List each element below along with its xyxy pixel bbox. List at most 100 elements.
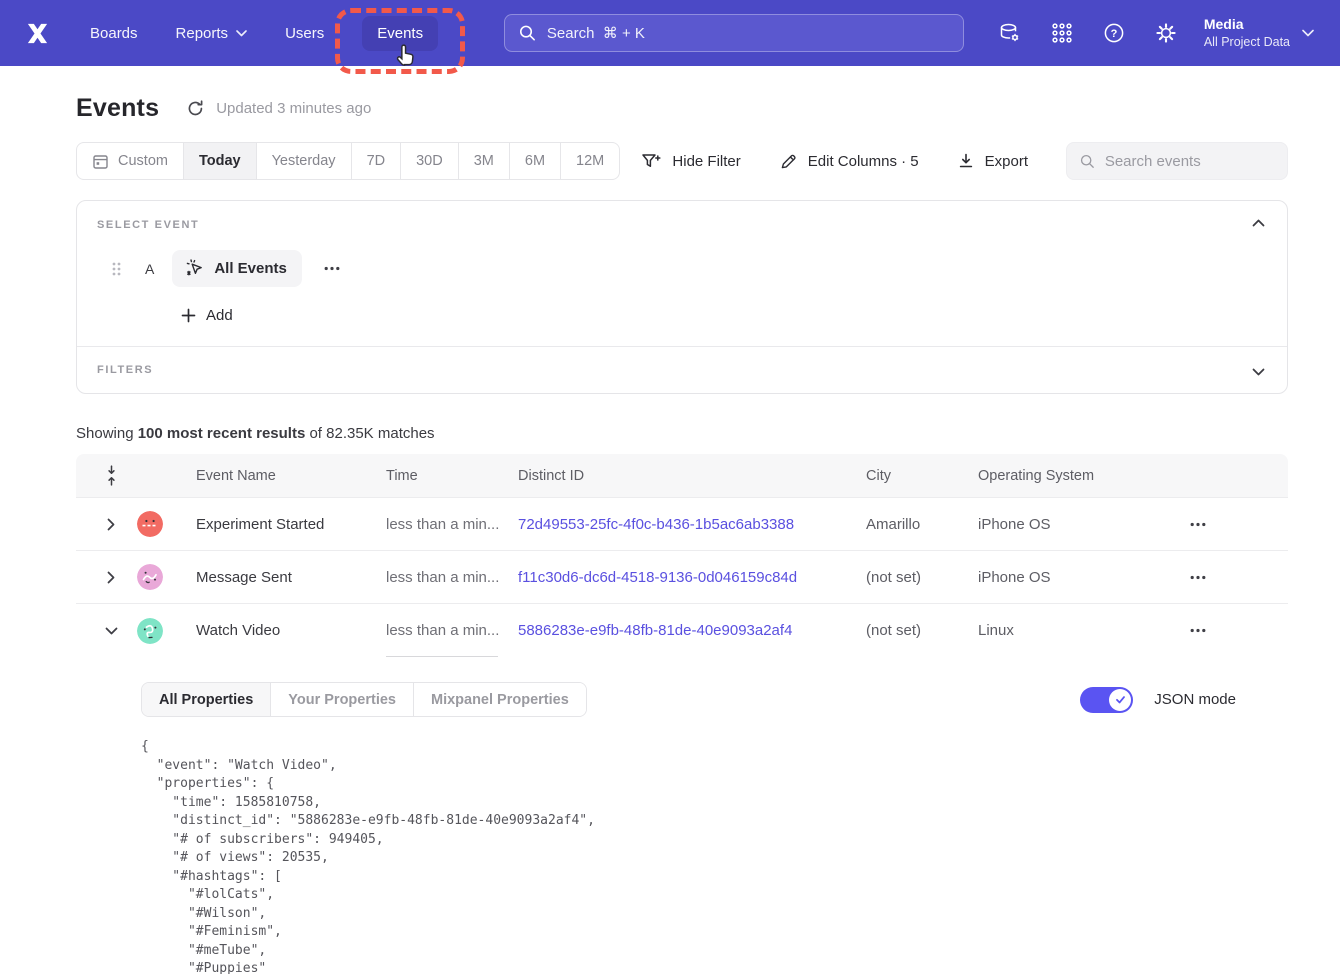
event-avatar [137,564,163,590]
table-row[interactable]: Experiment Started less than a min... 72… [76,498,1288,551]
events-table: Event Name Time Distinct ID City Operati… [76,454,1288,974]
table-header-row: Event Name Time Distinct ID City Operati… [76,454,1288,498]
refresh-icon [186,99,205,118]
expand-filters-button[interactable] [1248,364,1269,380]
chevron-right-icon [107,571,115,584]
refresh-button[interactable] [186,99,205,118]
help-button[interactable]: ? [1096,15,1132,51]
distinct-id-link[interactable]: f11c30d6-dc6d-4518-9136-0d046159c84d [518,569,866,586]
edit-columns-button[interactable]: Edit Columns · 5 [779,152,919,171]
hide-filter-button[interactable]: Hide Filter [641,152,740,171]
event-name-cell: Message Sent [196,569,386,586]
tab-mixpanel-properties[interactable]: Mixpanel Properties [413,683,586,716]
expand-row-button[interactable] [98,511,124,537]
date-filter-custom[interactable]: Custom [77,143,183,179]
nav-events-wrap: Events [362,16,438,51]
pencil-icon [779,152,798,171]
chevron-right-icon [107,518,115,531]
event-avatar [137,618,163,644]
date-filter-7d[interactable]: 7D [351,143,401,179]
project-name: Media [1204,15,1290,34]
table-row[interactable]: Message Sent less than a min... f11c30d6… [76,551,1288,604]
chevron-down-icon [105,627,118,635]
distinct-id-link[interactable]: 72d49553-25fc-4f0c-b436-1b5ac6ab3388 [518,516,866,533]
date-filter-today[interactable]: Today [183,143,256,179]
nav-item-boards[interactable]: Boards [90,25,138,42]
date-filter-30d[interactable]: 30D [400,143,458,179]
apps-grid-button[interactable] [1044,15,1080,51]
col-operating-system[interactable]: Operating System [978,468,1158,484]
question-circle-icon: ? [1103,22,1125,44]
select-event-label: SELECT EVENT [97,219,1267,231]
filters-section-toggle[interactable]: FILTERS [77,347,1287,393]
os-cell: iPhone OS [978,516,1158,533]
nav-reports-label: Reports [176,25,229,42]
nav-right-actions: ? Media All Project Data [976,15,1314,51]
arrows-down-up-icon [104,464,119,487]
nav-item-reports[interactable]: Reports [176,25,248,42]
nav-item-users[interactable]: Users [285,25,324,42]
event-detail-panel: All Properties Your Properties Mixpanel … [76,657,1288,974]
collapse-row-button[interactable] [98,618,124,644]
settings-button[interactable] [1148,15,1184,51]
os-cell: Linux [978,622,1158,639]
os-cell: iPhone OS [978,569,1158,586]
export-button[interactable]: Export [957,152,1028,170]
primary-nav: Boards Reports Users Events [90,16,438,51]
select-event-section: SELECT EVENT A All Even [77,201,1287,324]
time-cell-underline [386,656,498,657]
mixpanel-logo-icon[interactable] [24,20,50,46]
chevron-down-icon [1252,368,1265,376]
event-avatar [137,511,163,537]
row-more-button[interactable] [1186,622,1210,639]
event-selector-chip[interactable]: All Events [172,250,302,287]
col-time[interactable]: Time [386,468,518,484]
date-filter-yesterday[interactable]: Yesterday [256,143,351,179]
nav-item-events[interactable]: Events [362,16,438,51]
results-suffix: of 82.35K matches [305,425,434,442]
json-mode-control: JSON mode [1080,687,1236,713]
date-filter-3m[interactable]: 3M [458,143,509,179]
collapse-section-button[interactable] [1248,215,1269,231]
collapse-all-button[interactable] [98,463,124,489]
col-distinct-id[interactable]: Distinct ID [518,468,866,484]
tab-all-properties[interactable]: All Properties [142,683,270,716]
distinct-id-link[interactable]: 5886283e-e9fb-48fb-81de-40e9093a2af4 [518,622,866,639]
search-events-input[interactable] [1105,153,1274,170]
title-row: Events Updated 3 minutes ago [76,91,1288,125]
results-prefix: Showing [76,425,138,442]
table-tools: Hide Filter Edit Columns · 5 Export [641,142,1288,180]
top-navigation: Boards Reports Users Events [0,0,1340,66]
nav-boards-label: Boards [90,25,138,42]
event-more-button[interactable] [318,260,346,277]
drag-handle-icon[interactable] [111,261,122,277]
row-more-button[interactable] [1186,569,1210,586]
database-gear-icon [998,21,1022,45]
row-more-button[interactable] [1186,516,1210,533]
calendar-icon [92,153,109,170]
add-label: Add [206,307,233,324]
hide-filter-label: Hide Filter [672,153,740,170]
time-cell: less than a min... [386,569,518,586]
properties-tabs: All Properties Your Properties Mixpanel … [141,682,587,717]
time-cell: less than a min... [386,622,518,639]
export-label: Export [985,153,1028,170]
project-switcher[interactable]: Media All Project Data [1204,15,1314,51]
add-event-button[interactable]: Add [181,307,233,324]
date-filter-6m[interactable]: 6M [509,143,560,179]
table-row-expanded[interactable]: Watch Video less than a min... 5886283e-… [76,604,1288,657]
json-mode-toggle[interactable] [1080,687,1133,713]
query-builder-card: SELECT EVENT A All Even [76,200,1288,394]
search-icon [1080,153,1095,170]
global-search [504,14,964,52]
date-filter-12m[interactable]: 12M [560,143,619,179]
global-search-input[interactable] [547,25,949,42]
event-chip-label: All Events [214,260,287,277]
expand-row-button[interactable] [98,564,124,590]
col-event-name[interactable]: Event Name [196,468,386,484]
data-management-button[interactable] [992,15,1028,51]
main-content: Events Updated 3 minutes ago Custom Toda… [0,91,1340,974]
col-city[interactable]: City [866,468,978,484]
filters-label: FILTERS [97,364,153,376]
tab-your-properties[interactable]: Your Properties [270,683,413,716]
